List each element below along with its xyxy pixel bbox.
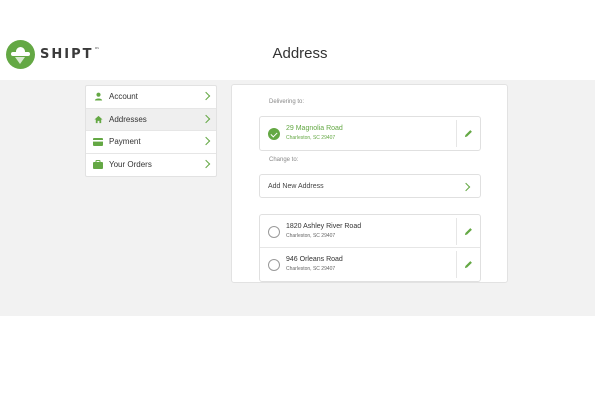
address-street: 946 Orleans Road [286,256,343,263]
sidebar-item-label: Your Orders [109,160,152,170]
sidebar-item-addresses[interactable]: Addresses [86,108,216,131]
chevron-right-icon [201,91,211,101]
radio-button[interactable] [268,226,280,238]
account-sidebar: Account Addresses Payment Your Orders [85,85,217,177]
sidebar-item-label: Addresses [109,114,147,124]
header: SHIPT™ Address [0,0,595,80]
person-icon [93,92,103,102]
checked-radio-icon[interactable] [268,128,280,140]
bag-icon [93,160,103,170]
chevron-right-icon [201,136,211,146]
edit-address-button[interactable] [456,251,480,278]
sidebar-item-payment[interactable]: Payment [86,131,216,154]
sidebar-item-label: Payment [109,137,141,147]
delivering-to-label: Delivering to: [269,99,305,105]
house-icon [93,114,103,124]
page-title: Address [272,45,328,62]
chevron-right-icon [461,182,471,192]
saved-addresses-list: 1820 Ashley River Road Charleston, SC 29… [259,214,481,282]
pencil-icon [464,130,472,138]
sidebar-item-account[interactable]: Account [86,86,216,109]
chevron-right-icon [201,159,211,168]
address-street: 29 Magnolia Road [286,125,343,132]
address-row[interactable]: 946 Orleans Road Charleston, SC 29407 [260,248,480,281]
address-street: 1820 Ashley River Road [286,223,362,230]
radio-button[interactable] [268,259,280,271]
address-row-current[interactable]: 29 Magnolia Road Charleston, SC 29407 [260,117,480,150]
address-city: Charleston, SC 29407 [286,266,336,272]
current-address-box: 29 Magnolia Road Charleston, SC 29407 [259,116,481,151]
pencil-icon [464,261,472,269]
edit-address-button[interactable] [456,218,480,245]
add-new-address-button[interactable]: Add New Address [259,174,481,198]
address-city: Charleston, SC 29407 [286,233,336,239]
address-row[interactable]: 1820 Ashley River Road Charleston, SC 29… [260,215,480,248]
chevron-right-icon [201,114,211,123]
add-new-address-label: Add New Address [268,183,324,190]
address-city: Charleston, SC 29407 [286,135,336,141]
address-panel: Delivering to: 29 Magnolia Road Charlest… [231,84,508,283]
sidebar-item-orders[interactable]: Your Orders [86,154,216,177]
change-to-label: Change to: [269,157,299,163]
credit-card-icon [93,137,103,147]
edit-address-button[interactable] [456,120,480,147]
sidebar-item-label: Account [109,92,138,102]
pencil-icon [464,228,472,236]
